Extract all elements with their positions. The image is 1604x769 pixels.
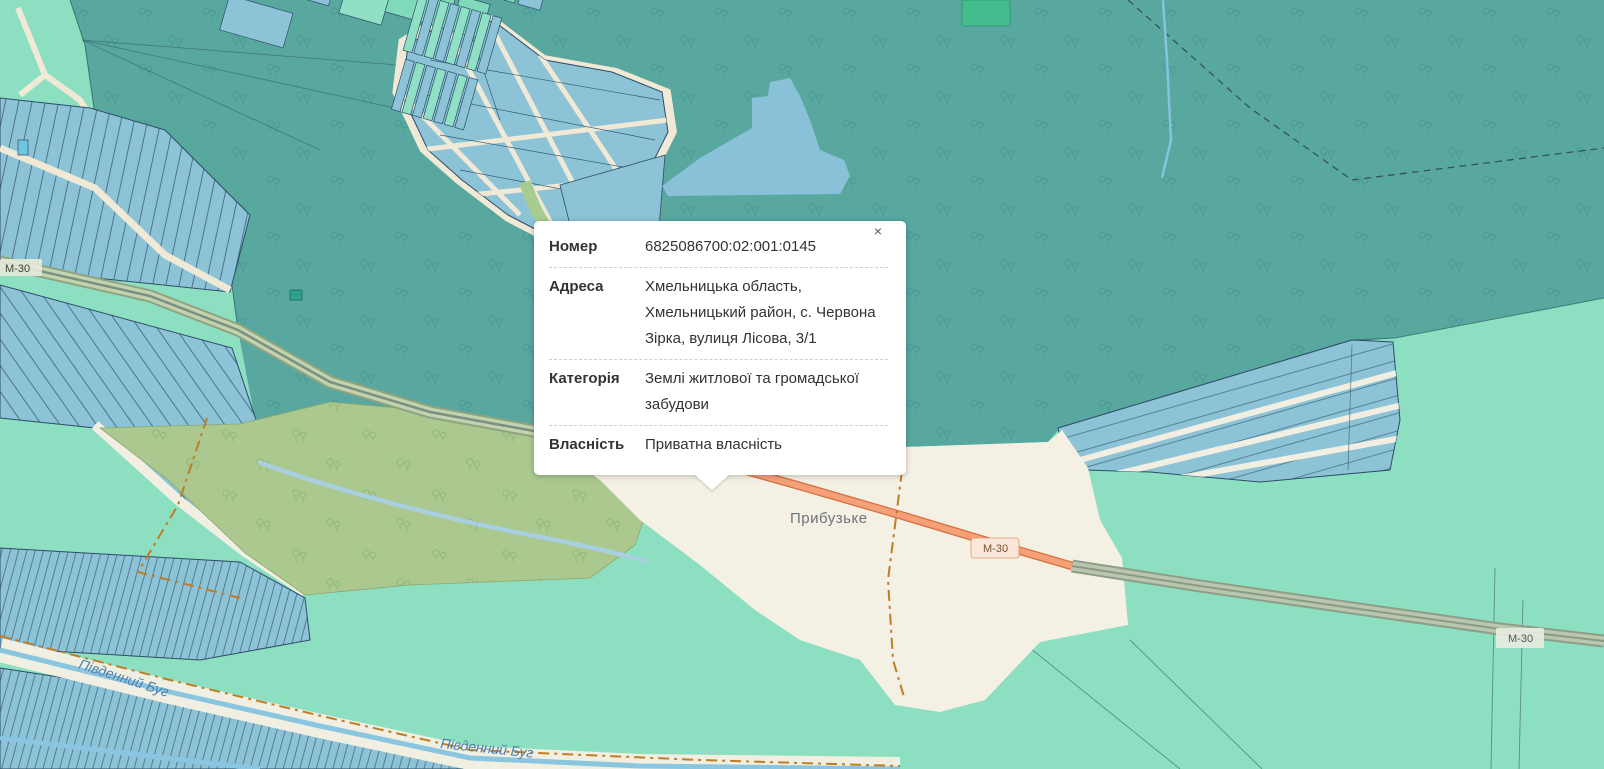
table-row-address: Адреса Хмельницька область, Хмельницький… bbox=[549, 268, 888, 360]
row-label: Власність bbox=[549, 432, 645, 458]
village-name-label: Прибузьке bbox=[790, 510, 868, 527]
green-patch bbox=[962, 0, 1010, 26]
row-value: Приватна власність bbox=[645, 432, 888, 458]
road-label-m30-east: М-30 bbox=[1508, 633, 1533, 645]
row-value: Землі житлової та громадської забудови bbox=[645, 366, 888, 418]
row-label: Категорія bbox=[549, 366, 645, 418]
road-marker bbox=[290, 290, 302, 300]
popup-tail-pointer bbox=[694, 474, 730, 490]
road-label-m30-west: М-30 bbox=[5, 263, 30, 275]
parcel-info-popup: × Номер 6825086700:02:001:0145 Адреса Хм… bbox=[534, 221, 906, 475]
map-application: М-30 М-30 М-30 Прибузьке Південний Буг П… bbox=[0, 0, 1604, 769]
close-icon[interactable]: × bbox=[874, 224, 882, 238]
road-label-m30-mid: М-30 bbox=[983, 543, 1008, 555]
parcel-info-table: Номер 6825086700:02:001:0145 Адреса Хмел… bbox=[534, 221, 906, 475]
table-row-ownership: Власність Приватна власність bbox=[549, 426, 888, 465]
row-value: 6825086700:02:001:0145 bbox=[645, 234, 888, 260]
row-label: Адреса bbox=[549, 274, 645, 352]
table-row-category: Категорія Землі житлової та громадської … bbox=[549, 360, 888, 426]
row-label: Номер bbox=[549, 234, 645, 260]
table-row-number: Номер 6825086700:02:001:0145 bbox=[549, 228, 888, 268]
row-value: Хмельницька область, Хмельницький район,… bbox=[645, 274, 888, 352]
